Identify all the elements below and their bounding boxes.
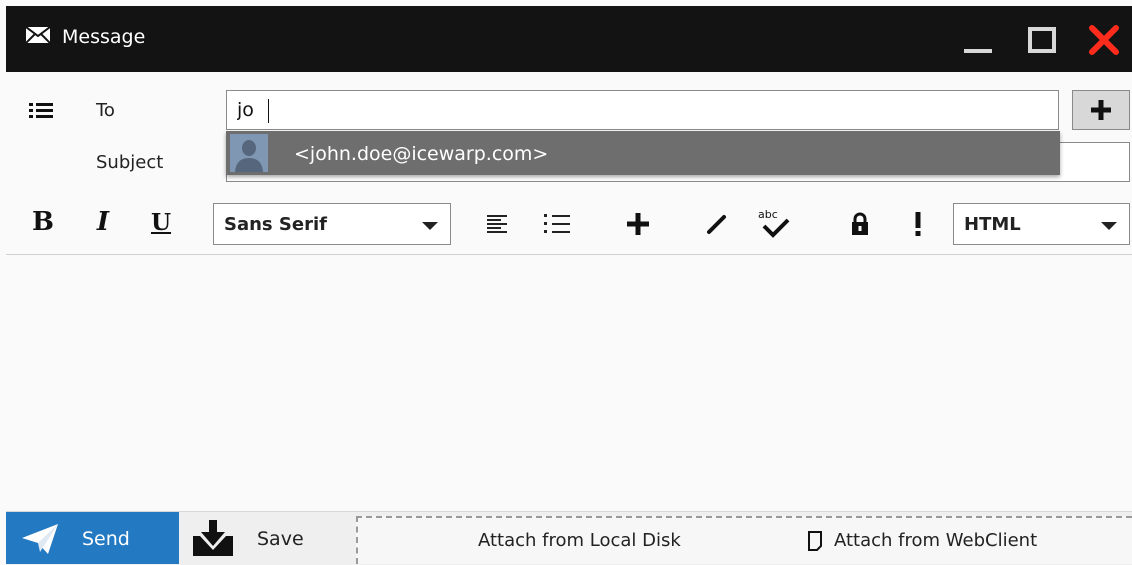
save-download-icon	[193, 520, 233, 556]
recipient-list-button[interactable]	[26, 98, 56, 124]
send-button[interactable]: Send	[6, 512, 179, 564]
align-button[interactable]	[484, 210, 512, 238]
add-recipient-button[interactable]	[1072, 90, 1130, 130]
save-label: Save	[257, 528, 304, 550]
attach-webclient-label: Attach from WebClient	[834, 530, 1038, 551]
maximize-icon	[1028, 27, 1056, 53]
lock-icon	[852, 212, 868, 235]
format-select-value: HTML	[964, 214, 1021, 235]
window-title: Message	[62, 26, 146, 48]
message-format-select[interactable]: HTML	[953, 203, 1130, 245]
document-icon	[808, 530, 822, 551]
subject-label: Subject	[96, 152, 164, 173]
autocomplete-suggestion[interactable]: <john.doe@icewarp.com>	[226, 131, 1060, 175]
align-left-icon	[487, 215, 507, 233]
bullet-list-button[interactable]	[542, 210, 574, 238]
close-icon	[1089, 25, 1119, 55]
insert-button[interactable]	[622, 208, 654, 240]
chevron-down-icon	[422, 222, 438, 230]
send-label: Send	[82, 528, 130, 550]
spellcheck-button[interactable]: abc	[754, 204, 794, 242]
to-input[interactable]	[237, 99, 1017, 121]
maximize-button[interactable]	[1022, 20, 1062, 60]
save-button[interactable]: Save	[179, 512, 329, 564]
window-title-group: Message	[25, 26, 146, 48]
svg-text:abc: abc	[758, 208, 778, 221]
bullet-list-icon	[544, 214, 570, 233]
spellcheck-icon: abc	[758, 208, 790, 238]
priority-button[interactable]	[908, 208, 928, 240]
bold-button[interactable]: B	[26, 204, 60, 240]
attach-local-disk-link[interactable]: Attach from Local Disk	[478, 530, 681, 551]
italic-button[interactable]: I	[88, 204, 118, 240]
to-label: To	[96, 100, 115, 121]
attachment-drop-zone[interactable]: Attach from Local Disk Attach from WebCl…	[356, 516, 1132, 564]
exclamation-icon	[915, 212, 921, 236]
list-icon	[29, 103, 53, 118]
window-titlebar: Message	[6, 6, 1132, 72]
underline-button[interactable]: U	[146, 204, 176, 240]
plus-icon	[1091, 100, 1111, 120]
attach-webclient-link[interactable]: Attach from WebClient	[808, 530, 1037, 551]
font-select[interactable]: Sans Serif	[213, 203, 451, 245]
envelope-icon	[25, 26, 51, 47]
minimize-icon	[964, 49, 992, 53]
font-select-value: Sans Serif	[224, 214, 327, 235]
encrypt-button[interactable]	[846, 208, 874, 240]
suggestion-email: <john.doe@icewarp.com>	[294, 143, 549, 165]
send-icon	[22, 524, 58, 554]
to-field[interactable]	[226, 90, 1059, 130]
plus-icon	[627, 213, 649, 235]
pencil-icon	[707, 215, 726, 234]
close-button[interactable]	[1084, 20, 1124, 60]
text-caret	[268, 99, 269, 123]
pencil-button[interactable]	[700, 208, 732, 240]
message-body-editor[interactable]	[6, 255, 1132, 510]
person-avatar-icon	[230, 134, 268, 172]
minimize-button[interactable]	[958, 20, 998, 60]
chevron-down-icon	[1101, 222, 1117, 230]
